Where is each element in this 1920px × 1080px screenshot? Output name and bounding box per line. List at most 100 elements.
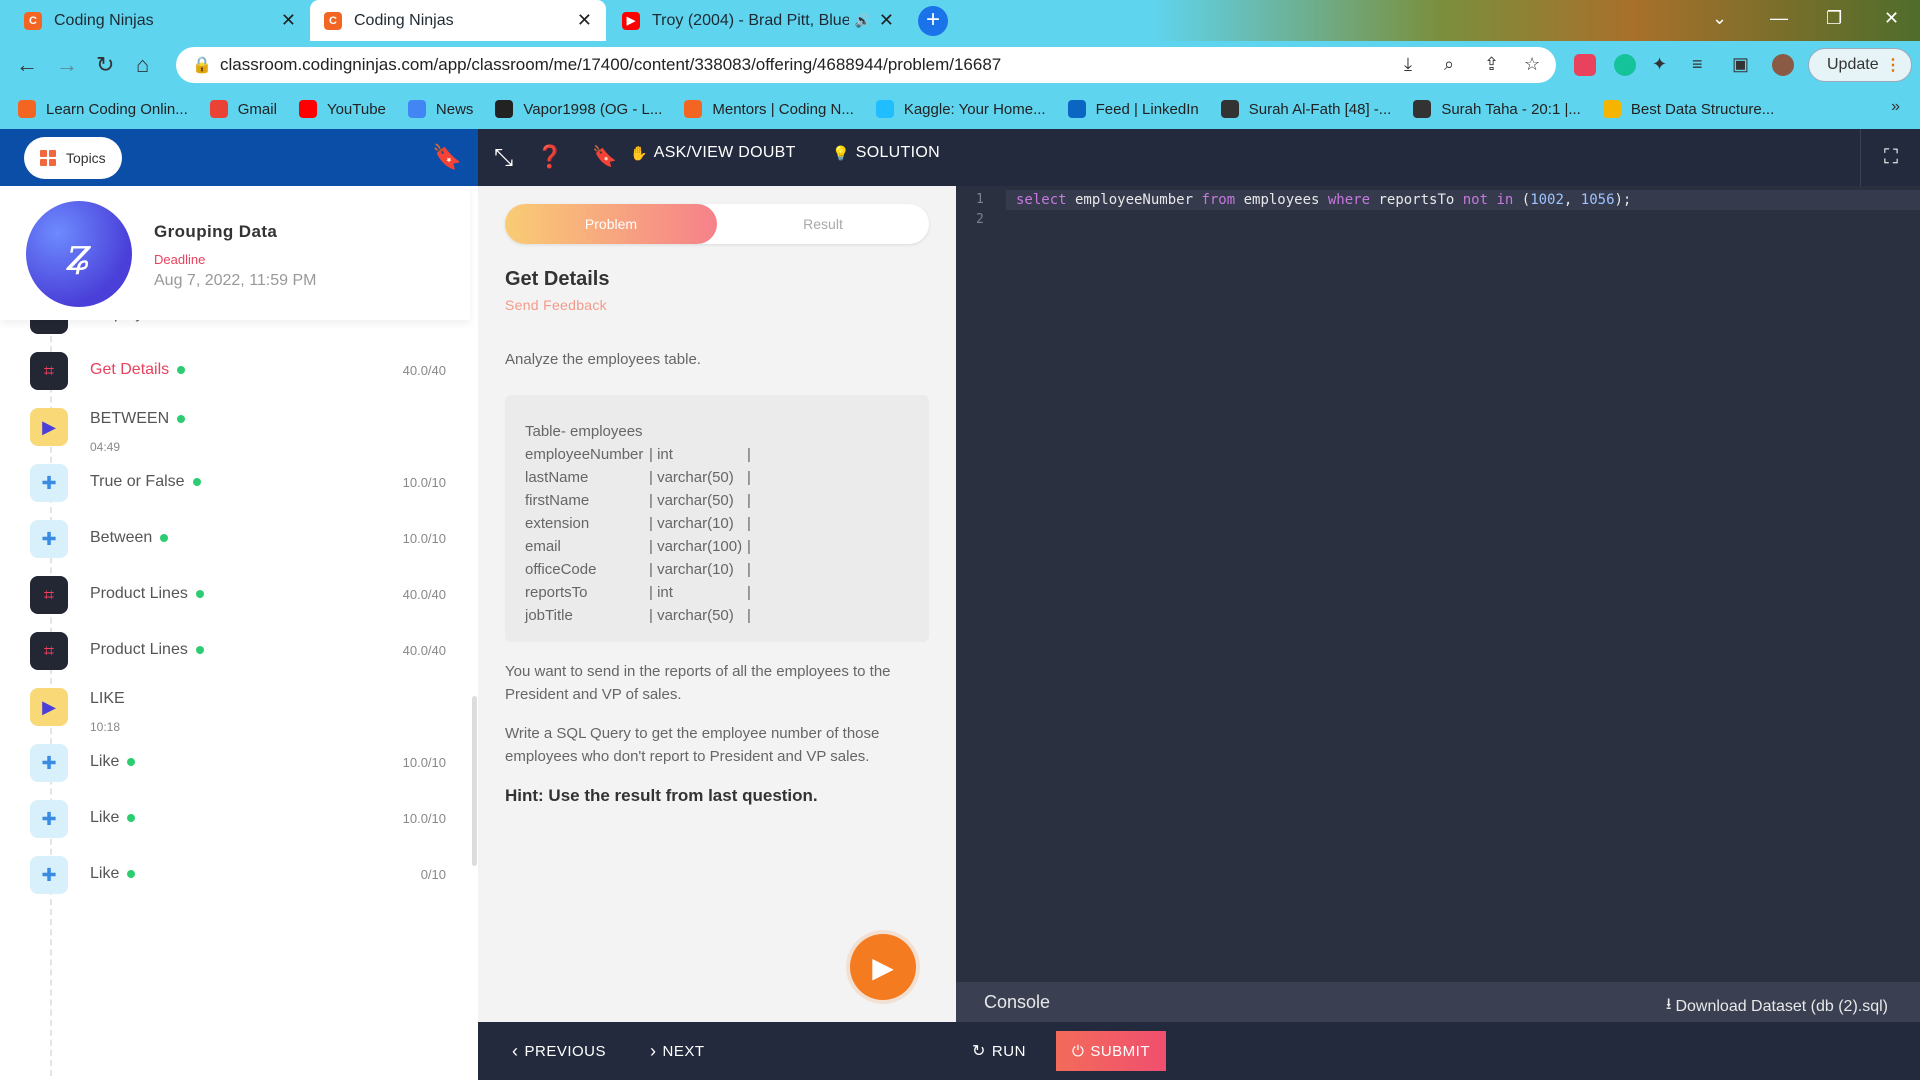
column-end: | [747,446,751,463]
update-button[interactable]: Update ⋮ [1808,48,1912,82]
puzzle-icon[interactable]: ✦ [1652,54,1667,75]
sidebar-item[interactable]: ✚ Like 0/10 [30,852,446,904]
chevron-left-icon: ‹ [512,1041,519,1061]
avatar[interactable] [1772,54,1794,76]
submit-button[interactable]: ⏻ SUBMIT [1056,1031,1166,1071]
bookmark-icon[interactable]: 🔖 [432,143,462,172]
tab-title: Coding Ninjas [354,11,454,29]
bookmark-add-icon[interactable]: 🔖 [592,144,617,169]
side-panel-icon[interactable]: ▣ [1732,54,1749,75]
bookmarks-bar: Learn Coding Onlin... Gmail YouTube News Vap… [0,89,1920,129]
topics-label: Topics [66,150,106,166]
reload-icon[interactable]: ↻ [96,52,114,78]
console-bar: Console ⭳ Download Dataset (db (2).sql) [956,982,1920,1022]
youtube-icon: ▶ [622,11,640,30]
divider [1860,129,1861,186]
home-icon[interactable]: ⌂ [136,52,149,78]
bookmark-item[interactable]: Feed | LinkedIn [1067,100,1199,118]
solution-button[interactable]: 💡 SOLUTION [832,144,940,162]
browser-tab[interactable]: ▶ Troy (2004) - Brad Pitt, Blue I 🔊 ✕ [608,0,908,41]
speaker-icon[interactable]: 🔊 [855,13,871,29]
new-tab-button[interactable]: + [918,6,948,36]
restore-icon[interactable]: ❐ [1826,8,1842,29]
play-video-button[interactable]: ▶ [850,934,916,1000]
lock-icon[interactable]: 🔒 [192,55,212,75]
schema-row: employeeNumber | int | [525,443,909,466]
bookmark-item[interactable]: News [407,100,473,118]
topics-button[interactable]: Topics [24,137,122,179]
bookmark-item[interactable]: Kaggle: Your Home... [875,100,1046,118]
schema-row: jobTitle | varchar(50) | [525,604,909,627]
help-icon[interactable]: ❓ [536,144,564,170]
bookmark-item[interactable]: Mentors | Coding N... [684,100,854,118]
browser-tab[interactable]: C Coding Ninjas ✕ [10,0,310,41]
sidebar-item-label: Get Details [90,361,186,379]
close-icon[interactable]: ✕ [577,10,592,31]
ask-doubt-button[interactable]: ✋ ASK/VIEW DOUBT [630,144,796,162]
zoom-icon[interactable]: ⌕ [1444,54,1454,75]
chevron-right-icon[interactable]: » [1891,98,1900,116]
sidebar-item[interactable]: ▶ BETWEEN 04:49 [30,404,446,456]
grammarly-icon[interactable] [1614,54,1636,76]
forward-icon[interactable]: → [56,52,78,78]
bookmark-item[interactable]: Vapor1998 (OG - L... [495,100,662,118]
expand-arrows-icon[interactable]: ⤡ [494,144,514,172]
previous-button[interactable]: ‹ PREVIOUS [512,1041,606,1062]
menu-icon[interactable]: ⋮ [1885,55,1901,75]
scrollbar[interactable] [472,696,477,866]
sidebar-item[interactable]: ✚ Between 10.0/10 [30,516,446,568]
sidebar-item[interactable]: ▶ LIKE 10:18 [30,684,446,736]
tab-result[interactable]: Result [717,204,929,244]
sidebar-item-label: Product Lines [90,641,204,659]
share-icon[interactable]: ⇪ [1484,54,1499,75]
item-score: 40.0/40 [402,643,446,658]
item-title: True or False [90,473,185,490]
item-score: 10.0/10 [402,755,446,770]
schema-row: lastName | varchar(50) | [525,466,909,489]
back-icon[interactable]: ← [16,52,38,78]
bookmark-item[interactable]: Surah Al-Fath [48] -... [1220,100,1391,118]
star-icon[interactable]: ☆ [1524,54,1540,75]
browser-tab-active[interactable]: C Coding Ninjas ✕ [310,0,606,41]
item-title: Get Details [90,361,170,378]
item-score: 40.0/40 [402,363,446,378]
code-token: employeeNumber [1066,192,1202,208]
bookmark-item[interactable]: YouTube [298,100,386,118]
send-feedback-link[interactable]: Send Feedback [505,297,607,313]
sidebar-item[interactable]: ⌗ Get Details 40.0/40 [30,348,446,400]
bookmark-item[interactable]: Best Data Structure... [1602,100,1775,118]
address-bar[interactable]: 🔒 classroom.codingninjas.com/app/classro… [176,47,1556,83]
bookmark-label: Best Data Structure... [1630,100,1775,118]
code-problem-icon: ⌗ [30,576,68,614]
item-score: 10.0/10 [402,811,446,826]
close-icon[interactable]: ✕ [879,10,894,31]
run-button[interactable]: ↻ RUN [972,1041,1026,1061]
code-line[interactable]: select employeeNumber from employees whe… [1006,190,1920,210]
minimize-icon[interactable]: — [1770,8,1788,29]
completed-dot [195,590,204,598]
sidebar-item[interactable]: ⌗ Product Lines 40.0/40 [30,628,446,680]
tab-problem[interactable]: Problem [505,204,717,244]
media-icon[interactable]: ≡ [1692,54,1703,75]
sidebar-item[interactable]: ⌗ Product Lines 40.0/40 [30,572,446,624]
sidebar-item[interactable]: ✚ True or False 10.0/10 [30,460,446,512]
code-editor[interactable]: 1 2 select employeeNumber from employees… [956,186,1920,982]
video-duration: 10:18 [90,720,121,734]
sidebar-item[interactable]: ✚ Like 10.0/10 [30,740,446,792]
install-icon[interactable]: ⤓ [1404,54,1412,75]
sidebar-item[interactable]: ✚ Like 10.0/10 [30,796,446,848]
next-button[interactable]: › NEXT [650,1041,705,1062]
fullscreen-icon[interactable]: ⛶ [1884,146,1898,169]
bookmark-item[interactable]: Gmail [209,100,277,118]
close-icon[interactable]: ✕ [281,10,296,31]
console-tab[interactable]: Console [984,992,1050,1013]
window-close-icon[interactable]: ✕ [1884,8,1899,29]
bookmark-item[interactable]: Learn Coding Onlin... [18,100,188,118]
extension-icon[interactable] [1574,54,1596,76]
column-name: firstName [525,492,590,509]
column-end: | [747,515,751,532]
bookmark-item[interactable]: Surah Taha - 20:1 |... [1413,100,1581,118]
schema-row: email | varchar(100) | [525,535,909,558]
chevron-down-icon[interactable]: ⌄ [1712,8,1727,29]
download-dataset-link[interactable]: ⭳ Download Dataset (db (2).sql) [1666,993,1888,1020]
